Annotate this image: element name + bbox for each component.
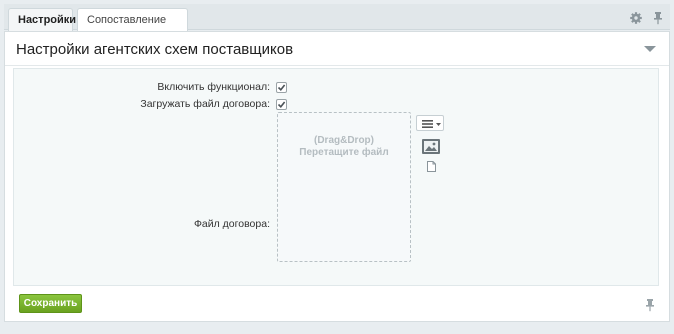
menu-icon [422,120,441,128]
settings-panel: Настройки агентских схем поставщиков Вкл… [4,31,670,322]
image-icon[interactable] [422,139,440,154]
chevron-down-icon[interactable] [643,44,657,54]
form-area: Включить функционал: Загружать файл дого… [13,68,659,286]
checkmark-icon [277,84,286,92]
upload-contract-checkbox[interactable] [276,99,287,110]
gear-icon[interactable] [629,11,643,25]
file-icon[interactable] [427,161,436,172]
checkmark-icon [277,101,286,109]
section-title: Настройки агентских схем поставщиков [16,41,294,58]
tab-settings[interactable]: Настройки [8,8,76,31]
tab-bar: Настройки Сопоставление полей [4,4,670,48]
dropzone-hint-1: (Drag&Drop) [314,135,374,146]
save-button[interactable]: Сохранить [19,294,82,313]
dropzone-hint-2: Перетащите файл [299,147,389,158]
section-header: Настройки агентских схем поставщиков [5,32,669,66]
enable-feature-label: Включить функционал: [157,81,270,93]
pin-icon[interactable] [644,298,656,312]
tab-field-mapping[interactable]: Сопоставление полей [77,8,188,48]
contract-file-label: Файл договора: [193,218,270,230]
file-dropzone[interactable]: (Drag&Drop) Перетащите файл [277,112,411,262]
upload-contract-label: Загружать файл договора: [140,98,270,110]
list-menu-button[interactable] [416,115,444,131]
enable-feature-checkbox[interactable] [276,82,287,93]
pin-icon[interactable] [651,11,665,25]
